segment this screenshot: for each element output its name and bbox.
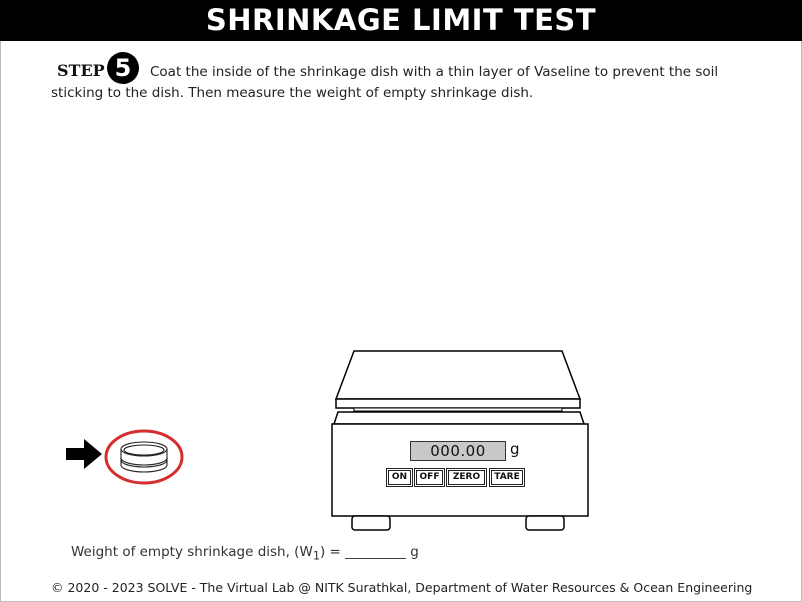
footer-copyright: © 2020 - 2023 SOLVE - The Virtual Lab @ … — [51, 580, 753, 595]
weight-equals: ) = — [319, 544, 346, 560]
display-unit: g — [510, 440, 520, 458]
shrinkage-dish[interactable] — [104, 428, 186, 488]
weight-result-line: Weight of empty shrinkage dish, (W1) = _… — [71, 544, 419, 563]
weight-subscript: 1 — [312, 549, 320, 563]
shrinkage-dish-icon — [120, 441, 168, 473]
on-button[interactable]: ON — [387, 469, 412, 486]
off-button[interactable]: OFF — [415, 469, 444, 486]
zero-button[interactable]: ZERO — [447, 469, 486, 486]
step-instruction: Coat the inside of the shrinkage dish wi… — [51, 64, 719, 101]
weight-unit: g — [405, 544, 419, 560]
right-arrow-icon — [66, 439, 102, 469]
scale-display: 000.00 — [410, 441, 506, 461]
weight-blank: _________ — [345, 544, 406, 560]
weight-label: Weight of empty shrinkage dish, (W — [71, 544, 313, 560]
page-title: SHRINKAGE LIMIT TEST — [0, 0, 802, 41]
tare-button[interactable]: TARE — [490, 469, 524, 486]
